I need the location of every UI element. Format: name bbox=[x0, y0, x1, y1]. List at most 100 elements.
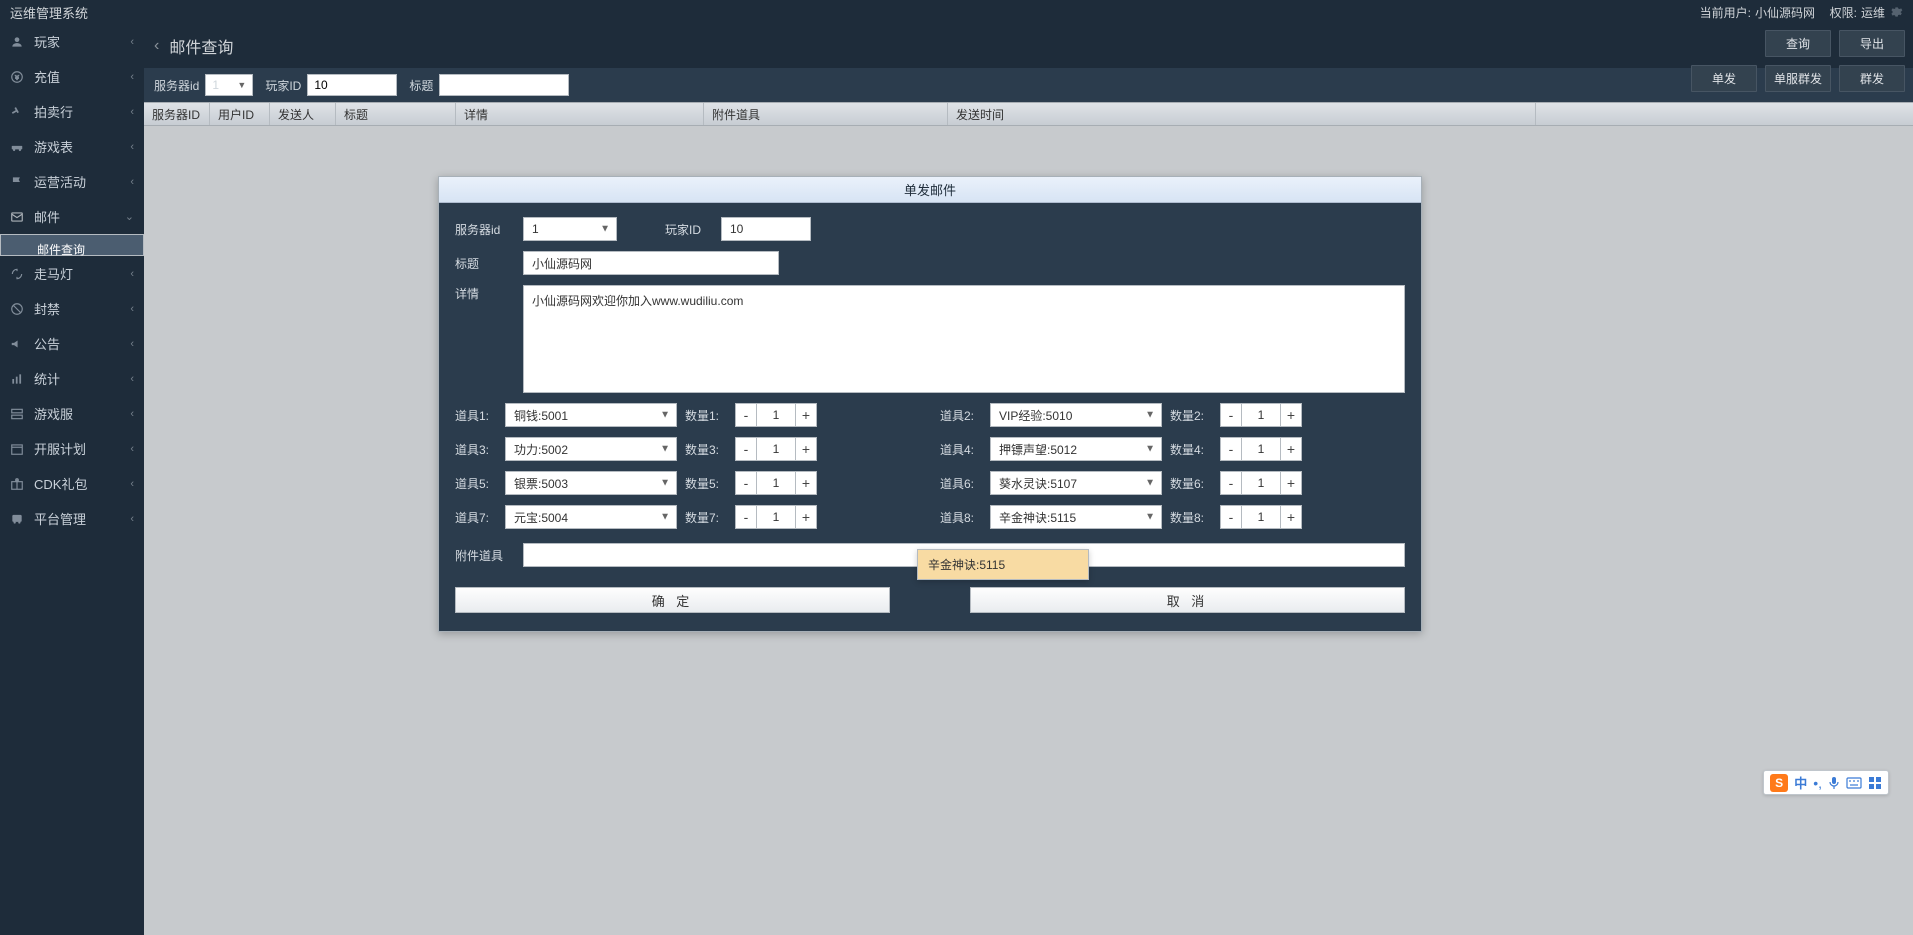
sidebar: 玩家‹¥充值‹拍卖行‹游戏表‹运营活动‹邮件⌄邮件查询走马灯‹封禁‹公告‹统计‹… bbox=[0, 24, 144, 935]
ime-toolbar[interactable]: S 中 •, bbox=[1763, 770, 1889, 795]
modal-player-input[interactable] bbox=[721, 217, 811, 241]
qty-input[interactable] bbox=[757, 471, 795, 495]
qty-input[interactable] bbox=[757, 437, 795, 461]
table-column-header: 服务器ID bbox=[144, 103, 210, 125]
qty-decrease[interactable]: - bbox=[735, 505, 757, 529]
sidebar-item-4[interactable]: 运营活动‹ bbox=[0, 164, 144, 199]
caret-down-icon: ▼ bbox=[660, 478, 670, 489]
item-select-7[interactable]: 元宝:5004▼ bbox=[505, 505, 677, 529]
qty-decrease[interactable]: - bbox=[735, 471, 757, 495]
qty-input[interactable] bbox=[757, 505, 795, 529]
ime-punct-icon[interactable]: •, bbox=[1813, 775, 1822, 791]
item-label: 道具4: bbox=[940, 441, 982, 458]
sidebar-subitem[interactable]: 邮件查询 bbox=[0, 234, 144, 256]
filter-player-input[interactable] bbox=[307, 74, 397, 96]
qty-stepper-5: -+ bbox=[735, 471, 817, 495]
ime-mic-icon[interactable] bbox=[1828, 776, 1840, 790]
caret-down-icon: ▼ bbox=[1145, 512, 1155, 523]
qty-label: 数量2: bbox=[1170, 407, 1212, 424]
qty-increase[interactable]: + bbox=[1280, 437, 1302, 461]
server-icon bbox=[10, 407, 24, 421]
sidebar-item-9[interactable]: 统计‹ bbox=[0, 361, 144, 396]
sidebar-item-6[interactable]: 走马灯‹ bbox=[0, 256, 144, 291]
item-select-2[interactable]: VIP经验:5010▼ bbox=[990, 403, 1162, 427]
sidebar-item-2[interactable]: 拍卖行‹ bbox=[0, 94, 144, 129]
action-button[interactable]: 群发 bbox=[1839, 65, 1905, 92]
qty-decrease[interactable]: - bbox=[1220, 505, 1242, 529]
sidebar-item-8[interactable]: 公告‹ bbox=[0, 326, 144, 361]
ime-grid-icon[interactable] bbox=[1868, 776, 1882, 790]
ime-keyboard-icon[interactable] bbox=[1846, 777, 1862, 789]
chevron-left-icon: ‹ bbox=[130, 513, 134, 525]
chevron-down-icon: ⌄ bbox=[125, 210, 134, 223]
qty-decrease[interactable]: - bbox=[735, 437, 757, 461]
sidebar-item-3[interactable]: 游戏表‹ bbox=[0, 129, 144, 164]
filter-server-select[interactable]: 1 ▼ bbox=[205, 74, 253, 96]
item-select-1[interactable]: 铜钱:5001▼ bbox=[505, 403, 677, 427]
modal-subject-input[interactable] bbox=[523, 251, 779, 275]
qty-input[interactable] bbox=[1242, 403, 1280, 427]
action-button[interactable]: 查询 bbox=[1765, 30, 1831, 57]
qty-increase[interactable]: + bbox=[795, 505, 817, 529]
qty-input[interactable] bbox=[757, 403, 795, 427]
item-select-5[interactable]: 银票:5003▼ bbox=[505, 471, 677, 495]
page-header: ‹ 邮件查询 查询导出 单发单服群发群发 bbox=[144, 24, 1913, 68]
ime-mode[interactable]: 中 bbox=[1794, 773, 1807, 792]
sidebar-item-10[interactable]: 游戏服‹ bbox=[0, 396, 144, 431]
caret-down-icon: ▼ bbox=[660, 410, 670, 421]
qty-increase[interactable]: + bbox=[795, 437, 817, 461]
item-select-4[interactable]: 押镖声望:5012▼ bbox=[990, 437, 1162, 461]
item-select-3[interactable]: 功力:5002▼ bbox=[505, 437, 677, 461]
item-label: 道具8: bbox=[940, 509, 982, 526]
qty-stepper-8: -+ bbox=[1220, 505, 1302, 529]
qty-increase[interactable]: + bbox=[1280, 505, 1302, 529]
sidebar-item-0[interactable]: 玩家‹ bbox=[0, 24, 144, 59]
table-column-header: 附件道具 bbox=[704, 103, 948, 125]
qty-decrease[interactable]: - bbox=[1220, 403, 1242, 427]
sidebar-item-13[interactable]: 平台管理‹ bbox=[0, 501, 144, 536]
item-label: 道具7: bbox=[455, 509, 497, 526]
sidebar-item-11[interactable]: 开服计划‹ bbox=[0, 431, 144, 466]
sidebar-item-5[interactable]: 邮件⌄ bbox=[0, 199, 144, 234]
sidebar-item-7[interactable]: 封禁‹ bbox=[0, 291, 144, 326]
item8-dropdown[interactable]: 辛金神诀:5115 bbox=[917, 549, 1089, 580]
modal-server-select[interactable]: 1▼ bbox=[523, 217, 617, 241]
action-button[interactable]: 单发 bbox=[1691, 65, 1757, 92]
qty-decrease[interactable]: - bbox=[1220, 437, 1242, 461]
collapse-sidebar-icon[interactable]: ‹ bbox=[154, 37, 159, 55]
cancel-button[interactable]: 取 消 bbox=[970, 587, 1405, 613]
qty-increase[interactable]: + bbox=[795, 403, 817, 427]
qty-stepper-3: -+ bbox=[735, 437, 817, 461]
coin-icon: ¥ bbox=[10, 70, 24, 84]
filter-title-input[interactable] bbox=[439, 74, 569, 96]
item-row: 道具8:辛金神诀:5115▼数量8:-+ bbox=[940, 505, 1405, 529]
qty-increase[interactable]: + bbox=[1280, 471, 1302, 495]
item-label: 道具3: bbox=[455, 441, 497, 458]
gear-icon[interactable] bbox=[1889, 5, 1903, 19]
table-column-header: 详情 bbox=[456, 103, 704, 125]
item-select-8[interactable]: 辛金神诀:5115▼ bbox=[990, 505, 1162, 529]
flag-icon bbox=[10, 175, 24, 189]
chart-icon bbox=[10, 372, 24, 386]
action-button[interactable]: 单服群发 bbox=[1765, 65, 1831, 92]
qty-input[interactable] bbox=[1242, 471, 1280, 495]
qty-input[interactable] bbox=[1242, 505, 1280, 529]
svg-text:¥: ¥ bbox=[15, 75, 19, 81]
qty-decrease[interactable]: - bbox=[735, 403, 757, 427]
sidebar-item-1[interactable]: ¥充值‹ bbox=[0, 59, 144, 94]
table-column-header: 发送人 bbox=[270, 103, 336, 125]
action-button[interactable]: 导出 bbox=[1839, 30, 1905, 57]
qty-increase[interactable]: + bbox=[795, 471, 817, 495]
caret-down-icon: ▼ bbox=[660, 512, 670, 523]
caret-down-icon: ▼ bbox=[1145, 444, 1155, 455]
dropdown-option[interactable]: 辛金神诀:5115 bbox=[918, 550, 1088, 579]
content-area: 单发邮件 服务器id 1▼ 玩家ID 标题 bbox=[144, 126, 1913, 935]
sidebar-item-12[interactable]: CDK礼包‹ bbox=[0, 466, 144, 501]
confirm-button[interactable]: 确 定 bbox=[455, 587, 890, 613]
item-select-6[interactable]: 葵水灵诀:5107▼ bbox=[990, 471, 1162, 495]
qty-decrease[interactable]: - bbox=[1220, 471, 1242, 495]
modal-detail-textarea[interactable] bbox=[523, 285, 1405, 393]
qty-increase[interactable]: + bbox=[1280, 403, 1302, 427]
qty-input[interactable] bbox=[1242, 437, 1280, 461]
filter-server-label: 服务器id bbox=[154, 77, 199, 94]
